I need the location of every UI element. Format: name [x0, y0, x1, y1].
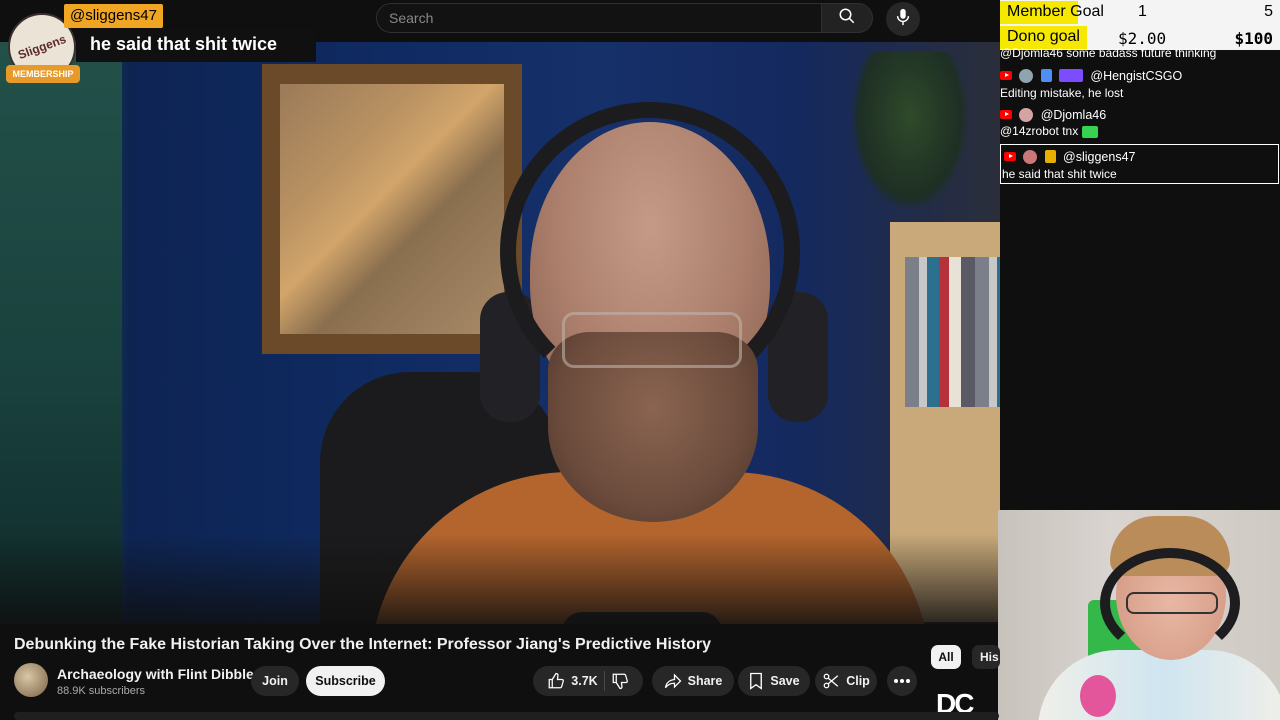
chip-history[interactable]: His: [972, 645, 1000, 669]
like-icon: [547, 672, 565, 690]
like-button[interactable]: 3.7K: [547, 672, 598, 690]
save-icon: [748, 672, 764, 690]
dislike-icon: [611, 672, 629, 690]
chat-message-header: @Djomla46: [1000, 107, 1106, 122]
clip-button[interactable]: Clip: [815, 666, 877, 696]
membership-badge: MEMBERSHIP: [6, 65, 80, 83]
mic-icon: [895, 8, 911, 31]
join-button[interactable]: Join: [251, 666, 299, 696]
member-goal-target: 5: [1264, 3, 1273, 20]
avatar: [1019, 107, 1034, 122]
chat-message: Editing mistake, he lost: [1000, 86, 1124, 100]
member-goal-row: Member Goal 1 5: [1000, 0, 1280, 25]
chat-highlight-frame: [1000, 144, 1279, 184]
more-actions-button[interactable]: [887, 666, 917, 696]
channel-avatar[interactable]: [14, 663, 48, 697]
member-username: @sliggens47: [64, 4, 163, 28]
subscriber-count: 88.9K subscribers: [57, 685, 146, 697]
voice-search-button[interactable]: [886, 2, 920, 36]
chip-all[interactable]: All: [931, 645, 961, 669]
search-icon: [838, 7, 856, 30]
search-button[interactable]: [821, 3, 873, 33]
member-message: he said that shit twice: [76, 28, 316, 62]
youtube-icon: [1000, 71, 1012, 81]
dislike-button[interactable]: [611, 672, 629, 690]
crown-icon: [1059, 69, 1084, 83]
share-button[interactable]: Share: [652, 666, 734, 696]
subscribe-button[interactable]: Subscribe: [306, 666, 385, 696]
video-player[interactable]: [0, 42, 1000, 624]
dono-goal-target: $100: [1234, 29, 1273, 48]
like-count: 3.7K: [571, 674, 598, 688]
dono-goal-label: Dono goal: [1007, 28, 1080, 45]
streamer-webcam: [998, 510, 1280, 720]
emote-icon: [1081, 125, 1098, 138]
youtube-icon: [1000, 110, 1012, 120]
clip-icon: [822, 672, 840, 690]
avatar: [1019, 68, 1034, 83]
member-goal-current: 1: [1138, 3, 1147, 20]
page-scroll-strip: [14, 712, 999, 720]
video-title: Debunking the Fake Historian Taking Over…: [14, 636, 712, 653]
share-icon: [664, 672, 682, 690]
chat-message: @Djomla46 some badass future thinking: [1000, 46, 1217, 60]
search-input[interactable]: Search: [376, 3, 822, 33]
goals-panel: Member Goal 1 5 Dono goal $2.00 $100: [1000, 0, 1280, 50]
chat-message: @14zrobot tnx: [1000, 124, 1098, 138]
chat-message-header: @HengistCSGO: [1000, 68, 1182, 83]
chat-username: @Djomla46: [1040, 107, 1107, 122]
like-dislike-group: 3.7K: [533, 666, 643, 696]
channel-name[interactable]: Archaeology with Flint Dibble: [57, 666, 254, 682]
save-button[interactable]: Save: [738, 666, 810, 696]
more-icon: [894, 679, 910, 683]
member-goal-label: Member Goal: [1007, 3, 1104, 20]
member-badge-icon: [1040, 69, 1052, 83]
chat-username: @HengistCSGO: [1090, 68, 1183, 83]
